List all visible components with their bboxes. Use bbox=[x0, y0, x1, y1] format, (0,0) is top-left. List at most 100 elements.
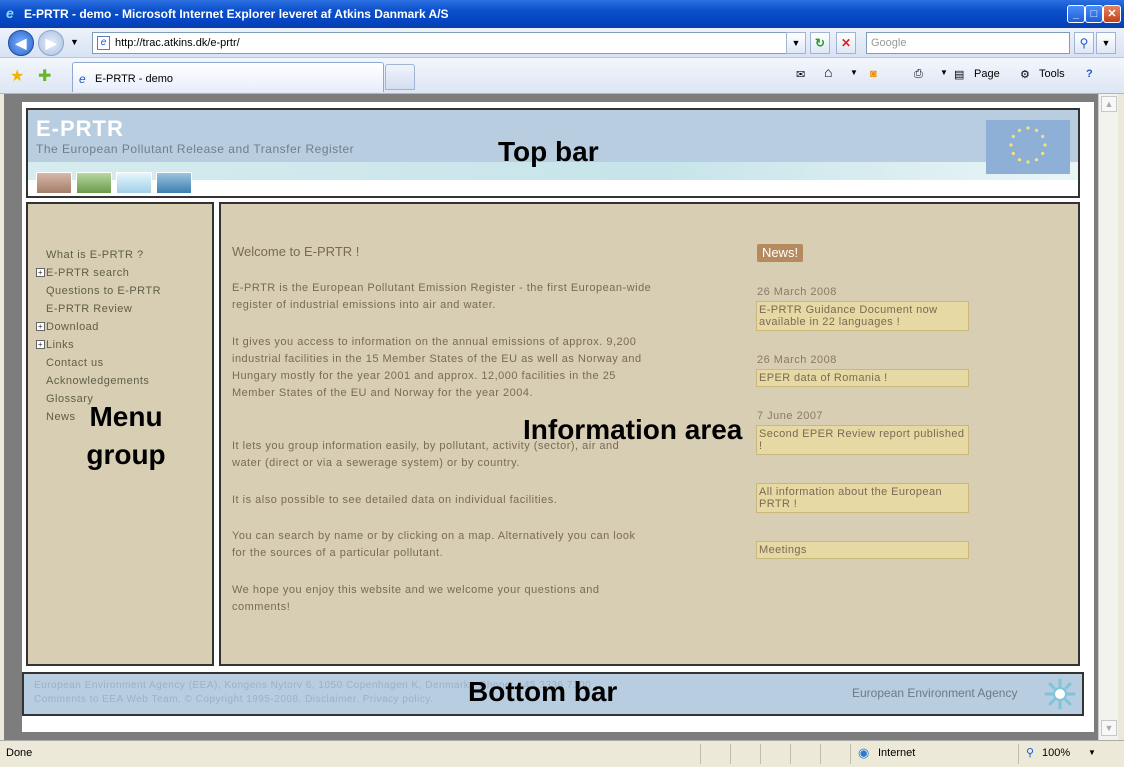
add-favorite-icon[interactable]: ✚ bbox=[38, 66, 51, 86]
tab-toolbar: ★ ✚ e E-PRTR - demo ✉ ⌂ ▼ ◙ ⎙ ▼ ▤ Page ⚙… bbox=[0, 58, 1124, 94]
page-viewport: E-PRTR The European Pollutant Release an… bbox=[4, 94, 1098, 740]
feeds-icon[interactable]: ◙ bbox=[870, 68, 877, 80]
info-paragraph: We hope you enjoy this website and we we… bbox=[232, 584, 600, 613]
info-paragraph: It gives you access to information on th… bbox=[232, 336, 642, 399]
menu-item-news[interactable]: News bbox=[46, 411, 76, 423]
back-button[interactable]: ◀ bbox=[8, 30, 34, 56]
print-icon[interactable]: ⎙ bbox=[914, 68, 923, 81]
zoom-level[interactable]: 100% bbox=[1042, 747, 1070, 759]
close-button[interactable]: ✕ bbox=[1103, 5, 1121, 23]
tab-ie-icon: e bbox=[79, 72, 86, 86]
status-separator bbox=[850, 744, 851, 764]
forward-button[interactable]: ▶ bbox=[38, 30, 64, 56]
new-tab-button[interactable] bbox=[385, 64, 415, 90]
news-date: 7 June 2007 bbox=[757, 410, 824, 422]
home-dropdown-icon[interactable]: ▼ bbox=[850, 68, 858, 77]
site-subtitle: The European Pollutant Release and Trans… bbox=[36, 142, 355, 156]
news-date: 26 March 2008 bbox=[757, 286, 837, 298]
zoom-dropdown-icon[interactable]: ▼ bbox=[1088, 748, 1096, 757]
tab-title: E-PRTR - demo bbox=[95, 73, 174, 85]
zoom-icon[interactable]: ⚲ bbox=[1026, 746, 1034, 759]
site-header: E-PRTR The European Pollutant Release an… bbox=[26, 108, 1080, 198]
top-bar-label: Top bar bbox=[498, 136, 599, 167]
menu-item-label: E-PRTR Review bbox=[46, 303, 133, 315]
menu-item-label: What is E-PRTR ? bbox=[46, 249, 144, 261]
menu-group-label: Menu group bbox=[86, 401, 166, 470]
information-area: Welcome to E-PRTR ! E-PRTR is the Europe… bbox=[219, 202, 1080, 666]
news-item[interactable]: Second EPER Review report published ! bbox=[756, 425, 969, 455]
menu-item-links[interactable]: + Links bbox=[36, 339, 75, 351]
scroll-up-icon[interactable]: ▲ bbox=[1101, 96, 1117, 112]
zone-text: Internet bbox=[878, 747, 916, 759]
site-footer: European Environment Agency (EEA), Konge… bbox=[22, 672, 1084, 716]
news-item[interactable]: EPER data of Romania ! bbox=[756, 369, 969, 387]
menu-group: What is E-PRTR ? + E-PRTR search Question… bbox=[26, 202, 214, 666]
menu-item-acknowledgements[interactable]: Acknowledgements bbox=[46, 375, 149, 387]
address-dropdown-icon[interactable]: ▼ bbox=[786, 32, 806, 54]
address-text: http://trac.atkins.dk/e-prtr/ bbox=[115, 37, 240, 49]
status-separator bbox=[700, 744, 701, 764]
ie-logo-icon: e bbox=[6, 5, 14, 21]
menu-item-review[interactable]: E-PRTR Review bbox=[46, 303, 132, 315]
expand-icon[interactable]: + bbox=[36, 340, 45, 349]
menu-item-search[interactable]: + E-PRTR search bbox=[36, 267, 130, 279]
search-options-icon[interactable]: ▼ bbox=[1096, 32, 1116, 54]
history-dropdown-icon[interactable]: ▼ bbox=[70, 37, 79, 47]
eea-logo-icon bbox=[1044, 678, 1076, 710]
tools-menu-button[interactable]: Tools bbox=[1039, 68, 1065, 80]
expand-icon[interactable]: + bbox=[36, 268, 45, 277]
vertical-scrollbar[interactable]: ▲ ▼ bbox=[1098, 94, 1118, 740]
menu-item-label: Questions to E-PRTR bbox=[46, 285, 162, 297]
scroll-down-icon[interactable]: ▼ bbox=[1101, 720, 1117, 736]
eu-flag-icon bbox=[986, 120, 1070, 174]
maximize-button[interactable]: □ bbox=[1085, 5, 1103, 23]
bottom-bar-label: Bottom bar bbox=[468, 676, 618, 707]
menu-item-download[interactable]: + Download bbox=[36, 321, 99, 333]
refresh-icon[interactable]: ↻ bbox=[810, 32, 830, 54]
welcome-heading: Welcome to E-PRTR ! bbox=[232, 244, 360, 259]
search-icon[interactable]: ⚲ bbox=[1074, 32, 1094, 54]
news-date: 26 March 2008 bbox=[757, 354, 837, 366]
thumb-grass-icon bbox=[76, 172, 112, 194]
news-item[interactable]: Meetings bbox=[756, 541, 969, 559]
stop-icon[interactable]: ✕ bbox=[836, 32, 856, 54]
status-bar: Done ◉ Internet ⚲ 100% ▼ bbox=[0, 740, 1124, 767]
print-dropdown-icon[interactable]: ▼ bbox=[940, 68, 948, 77]
window-title-bar: e E-PRTR - demo - Microsoft Internet Exp… bbox=[0, 0, 1124, 28]
menu-item-label: E-PRTR search bbox=[46, 267, 130, 279]
menu-item-label: Links bbox=[46, 339, 75, 351]
menu-item-label: Contact us bbox=[46, 357, 104, 369]
status-separator bbox=[1018, 744, 1019, 764]
news-item[interactable]: E-PRTR Guidance Document now available i… bbox=[756, 301, 969, 331]
thumb-water-icon bbox=[156, 172, 192, 194]
news-item[interactable]: All information about the European PRTR … bbox=[756, 483, 969, 513]
minimize-button[interactable]: _ bbox=[1067, 5, 1085, 23]
expand-icon[interactable]: + bbox=[36, 322, 45, 331]
mail-icon[interactable]: ✉ bbox=[796, 68, 805, 81]
tools-gear-icon[interactable]: ⚙ bbox=[1020, 68, 1030, 81]
tab-eprtr-demo[interactable]: e E-PRTR - demo bbox=[72, 62, 384, 92]
help-icon[interactable]: ? bbox=[1086, 68, 1093, 80]
status-separator bbox=[760, 744, 761, 764]
footer-agency-name[interactable]: European Environment Agency bbox=[852, 686, 1017, 700]
footer-links[interactable]: Comments to EEA Web Team. © Copyright 19… bbox=[34, 694, 433, 705]
search-input[interactable]: Google bbox=[866, 32, 1070, 54]
page-menu-button[interactable]: Page bbox=[974, 68, 1000, 80]
menu-item-what-is[interactable]: What is E-PRTR ? bbox=[46, 249, 144, 261]
site-title[interactable]: E-PRTR bbox=[36, 116, 124, 142]
thumb-air-icon bbox=[116, 172, 152, 194]
information-area-label: Information area bbox=[523, 414, 743, 445]
menu-item-questions[interactable]: Questions to E-PRTR bbox=[46, 285, 161, 297]
home-icon[interactable]: ⌂ bbox=[824, 64, 832, 80]
page-icon: e bbox=[97, 36, 110, 50]
status-separator bbox=[790, 744, 791, 764]
info-paragraph: E-PRTR is the European Pollutant Emissio… bbox=[232, 282, 652, 311]
menu-item-label: Download bbox=[46, 321, 99, 333]
address-bar[interactable]: e http://trac.atkins.dk/e-prtr/ bbox=[92, 32, 804, 54]
menu-item-label: News bbox=[46, 411, 76, 423]
favorites-star-icon[interactable]: ★ bbox=[10, 66, 24, 86]
menu-item-contact[interactable]: Contact us bbox=[46, 357, 104, 369]
menu-item-label: Acknowledgements bbox=[46, 375, 150, 387]
info-paragraph: You can search by name or by clicking on… bbox=[232, 530, 636, 559]
page-menu-icon[interactable]: ▤ bbox=[954, 68, 964, 81]
